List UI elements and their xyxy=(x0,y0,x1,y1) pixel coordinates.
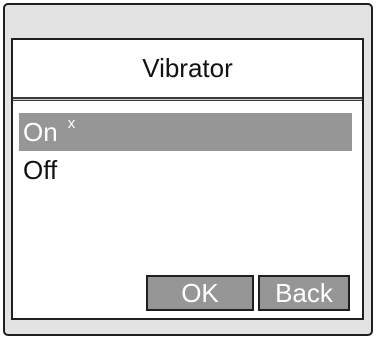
dialog-title: Vibrator xyxy=(142,53,233,83)
option-list: On x Off xyxy=(19,113,352,189)
option-on[interactable]: On x xyxy=(19,113,352,151)
option-on-label: On xyxy=(23,116,58,147)
option-off-label: Off xyxy=(23,154,58,185)
selected-mark-icon: x xyxy=(67,114,76,132)
ok-button[interactable]: OK xyxy=(146,275,254,311)
back-button[interactable]: Back xyxy=(258,275,350,311)
vibrator-dialog: Vibrator On x Off OK Back xyxy=(11,38,364,320)
option-off[interactable]: Off xyxy=(19,151,352,189)
title-divider xyxy=(13,97,362,101)
